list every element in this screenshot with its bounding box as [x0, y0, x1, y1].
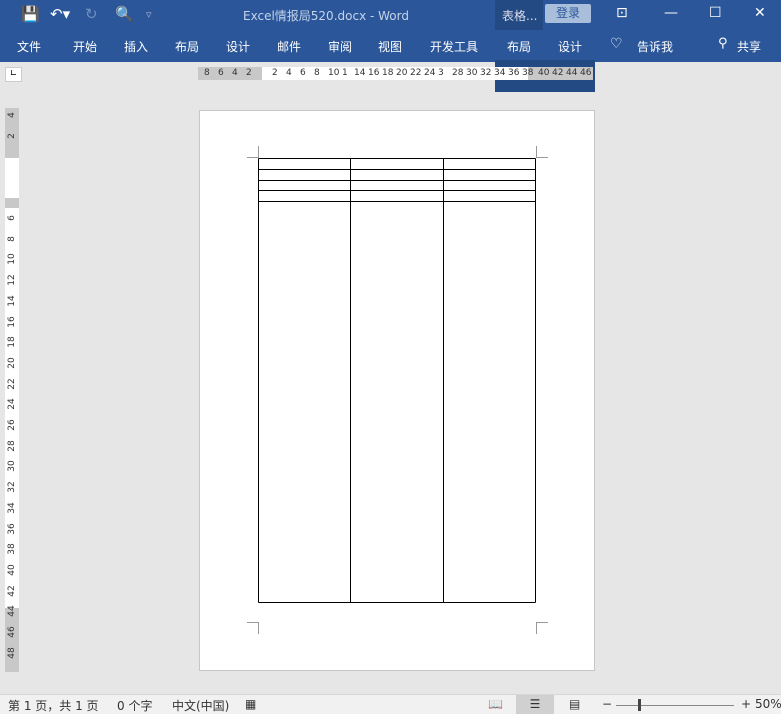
ruler-tick-label: 32: [7, 481, 17, 493]
zoom-in-button[interactable]: +: [741, 697, 751, 711]
tab-file[interactable]: 文件: [17, 38, 41, 55]
zoom-slider[interactable]: [616, 705, 734, 706]
ruler-tick-label: 32: [480, 68, 492, 78]
ruler-tick-label: 34: [7, 502, 17, 514]
customize-icon[interactable]: ▿: [146, 8, 152, 21]
ruler-tick-label: 10: [7, 253, 17, 266]
ribbon-tabs: 文件 开始 插入 布局 设计 邮件 审阅 视图 开发工具 布局 设计 ♡ 告诉我…: [0, 30, 781, 92]
redo-icon[interactable]: ↻: [85, 5, 98, 23]
window-title: Excel情报局520.docx - Word: [243, 9, 409, 23]
ruler-tick-label: 34: [494, 68, 506, 78]
vertical-ruler[interactable]: 4 2 6 8 10 12 14 16 18 20 22 24 26 28 30 32 34 36 38 40 42 44…: [5, 108, 19, 672]
zoom-level[interactable]: 50%: [755, 697, 781, 711]
ruler-tick-label: 38: [7, 543, 17, 555]
macro-icon[interactable]: ▦: [245, 697, 256, 711]
ruler-tick-label: 48: [7, 646, 17, 659]
maximize-icon[interactable]: ☐: [709, 5, 722, 21]
read-mode-icon[interactable]: 📖: [488, 697, 503, 711]
undo-icon[interactable]: ↶▾: [50, 5, 70, 23]
ruler-tick-label: 1: [342, 68, 348, 78]
tab-mailings[interactable]: 邮件: [277, 38, 301, 55]
table-tools-label: 表格...: [502, 9, 538, 23]
ribbon-display-icon[interactable]: ⊡: [616, 5, 628, 21]
page-count[interactable]: 第 1 页，共 1 页: [8, 697, 99, 714]
ruler-tick-label: 36: [508, 68, 520, 78]
tab-home[interactable]: 开始: [73, 38, 97, 55]
ruler-tick-label: 12: [7, 274, 17, 286]
ruler-tick-label: 46: [580, 68, 592, 78]
minimize-icon[interactable]: —: [664, 5, 678, 21]
ruler-tick-label: 40: [7, 564, 17, 576]
tab-stop-selector[interactable]: ∟: [5, 67, 22, 82]
tab-view[interactable]: 视图: [378, 38, 402, 55]
ruler-tick-label: 18: [7, 336, 17, 348]
share-icon: ⚲: [718, 36, 728, 51]
ruler-tick-label: 28: [7, 439, 17, 452]
ruler-tick-label: 4: [7, 112, 17, 118]
ruler-tick-label: 26: [7, 419, 17, 431]
zoom-slider-thumb[interactable]: [638, 699, 641, 711]
save-icon[interactable]: 💾: [21, 5, 40, 23]
ruler-tick-label: 8: [7, 235, 17, 242]
ruler-tick-label: 20: [7, 357, 17, 369]
print-preview-icon[interactable]: 🔍: [115, 5, 134, 23]
title-bar: 💾 ↶▾ ↻ 🔍 ▿ Excel情报局520.docx - Word 表格...…: [0, 0, 781, 62]
ruler-tick-label: 16: [368, 68, 380, 78]
ruler-tick-label: 36: [7, 522, 17, 535]
ruler-tick-label: 14: [354, 68, 366, 78]
tab-table-design[interactable]: 设计: [558, 38, 582, 55]
tab-table-layout[interactable]: 布局: [507, 38, 531, 55]
word-count[interactable]: 0 个字: [117, 697, 152, 714]
table[interactable]: [200, 111, 596, 672]
ruler-tick-label: 6: [7, 215, 17, 221]
ruler-tick-label: 28: [452, 68, 464, 78]
ruler-tick-label: 44: [566, 68, 578, 78]
tab-developer[interactable]: 开发工具: [430, 38, 478, 55]
lightbulb-icon: ♡: [610, 36, 623, 52]
ruler-tick-label: 2: [272, 68, 278, 78]
ruler-tick-label: 24: [424, 68, 436, 78]
zoom-out-button[interactable]: −: [602, 697, 612, 711]
ruler-tick-label: 6: [300, 68, 306, 78]
ruler-tick-label: 46: [7, 626, 17, 638]
ruler-tick-label: 6: [218, 68, 224, 78]
ruler-tick-label: 30: [7, 460, 17, 473]
ruler-tick-label: 42: [7, 584, 17, 597]
ruler-tick-label: 22: [7, 377, 17, 390]
tab-review[interactable]: 审阅: [328, 38, 352, 55]
status-bar: 第 1 页，共 1 页 0 个字 中文(中国) ▦ 📖 ☰ ▤ − + 50%: [0, 694, 781, 714]
ruler-tick-label: 8: [204, 68, 210, 78]
tab-layout[interactable]: 布局: [175, 38, 199, 55]
ruler-tick-label: 40: [538, 68, 550, 78]
print-layout-icon[interactable]: ☰: [516, 695, 554, 714]
tab-insert[interactable]: 插入: [124, 38, 148, 55]
ruler-tick-label: 2: [7, 133, 17, 139]
ruler-tick-label: 22: [410, 68, 422, 78]
ruler-tick-label: 8: [314, 68, 320, 78]
share-button[interactable]: 共享: [737, 38, 761, 55]
vruler-marks: [5, 158, 19, 198]
ruler-tick-label: 2: [246, 68, 252, 78]
document-page[interactable]: [199, 110, 595, 671]
ruler-tick-label: 14: [7, 295, 17, 307]
ruler-tick-label: 38: [522, 68, 534, 78]
ruler-tick-label: 42: [552, 68, 564, 78]
ruler-tick-label: 18: [382, 68, 394, 78]
tell-me-button[interactable]: 告诉我: [637, 38, 673, 55]
ruler-tick-label: 4: [232, 68, 238, 78]
web-layout-icon[interactable]: ▤: [569, 697, 580, 711]
ruler-tick-label: 10: [328, 68, 340, 78]
close-icon[interactable]: ✕: [754, 5, 766, 21]
ruler-tick-label: 3: [438, 68, 444, 78]
ruler-tick-label: 30: [466, 68, 478, 78]
ruler-tick-label: 4: [286, 68, 292, 78]
ruler-tick-label: 16: [7, 315, 17, 328]
ruler-tick-label: 44: [7, 605, 17, 618]
ruler-tick-label: 24: [7, 398, 17, 411]
tab-design[interactable]: 设计: [226, 38, 250, 55]
ruler-tick-label: 20: [396, 68, 408, 78]
language[interactable]: 中文(中国): [172, 697, 229, 714]
login-button[interactable]: 登录: [545, 4, 591, 23]
